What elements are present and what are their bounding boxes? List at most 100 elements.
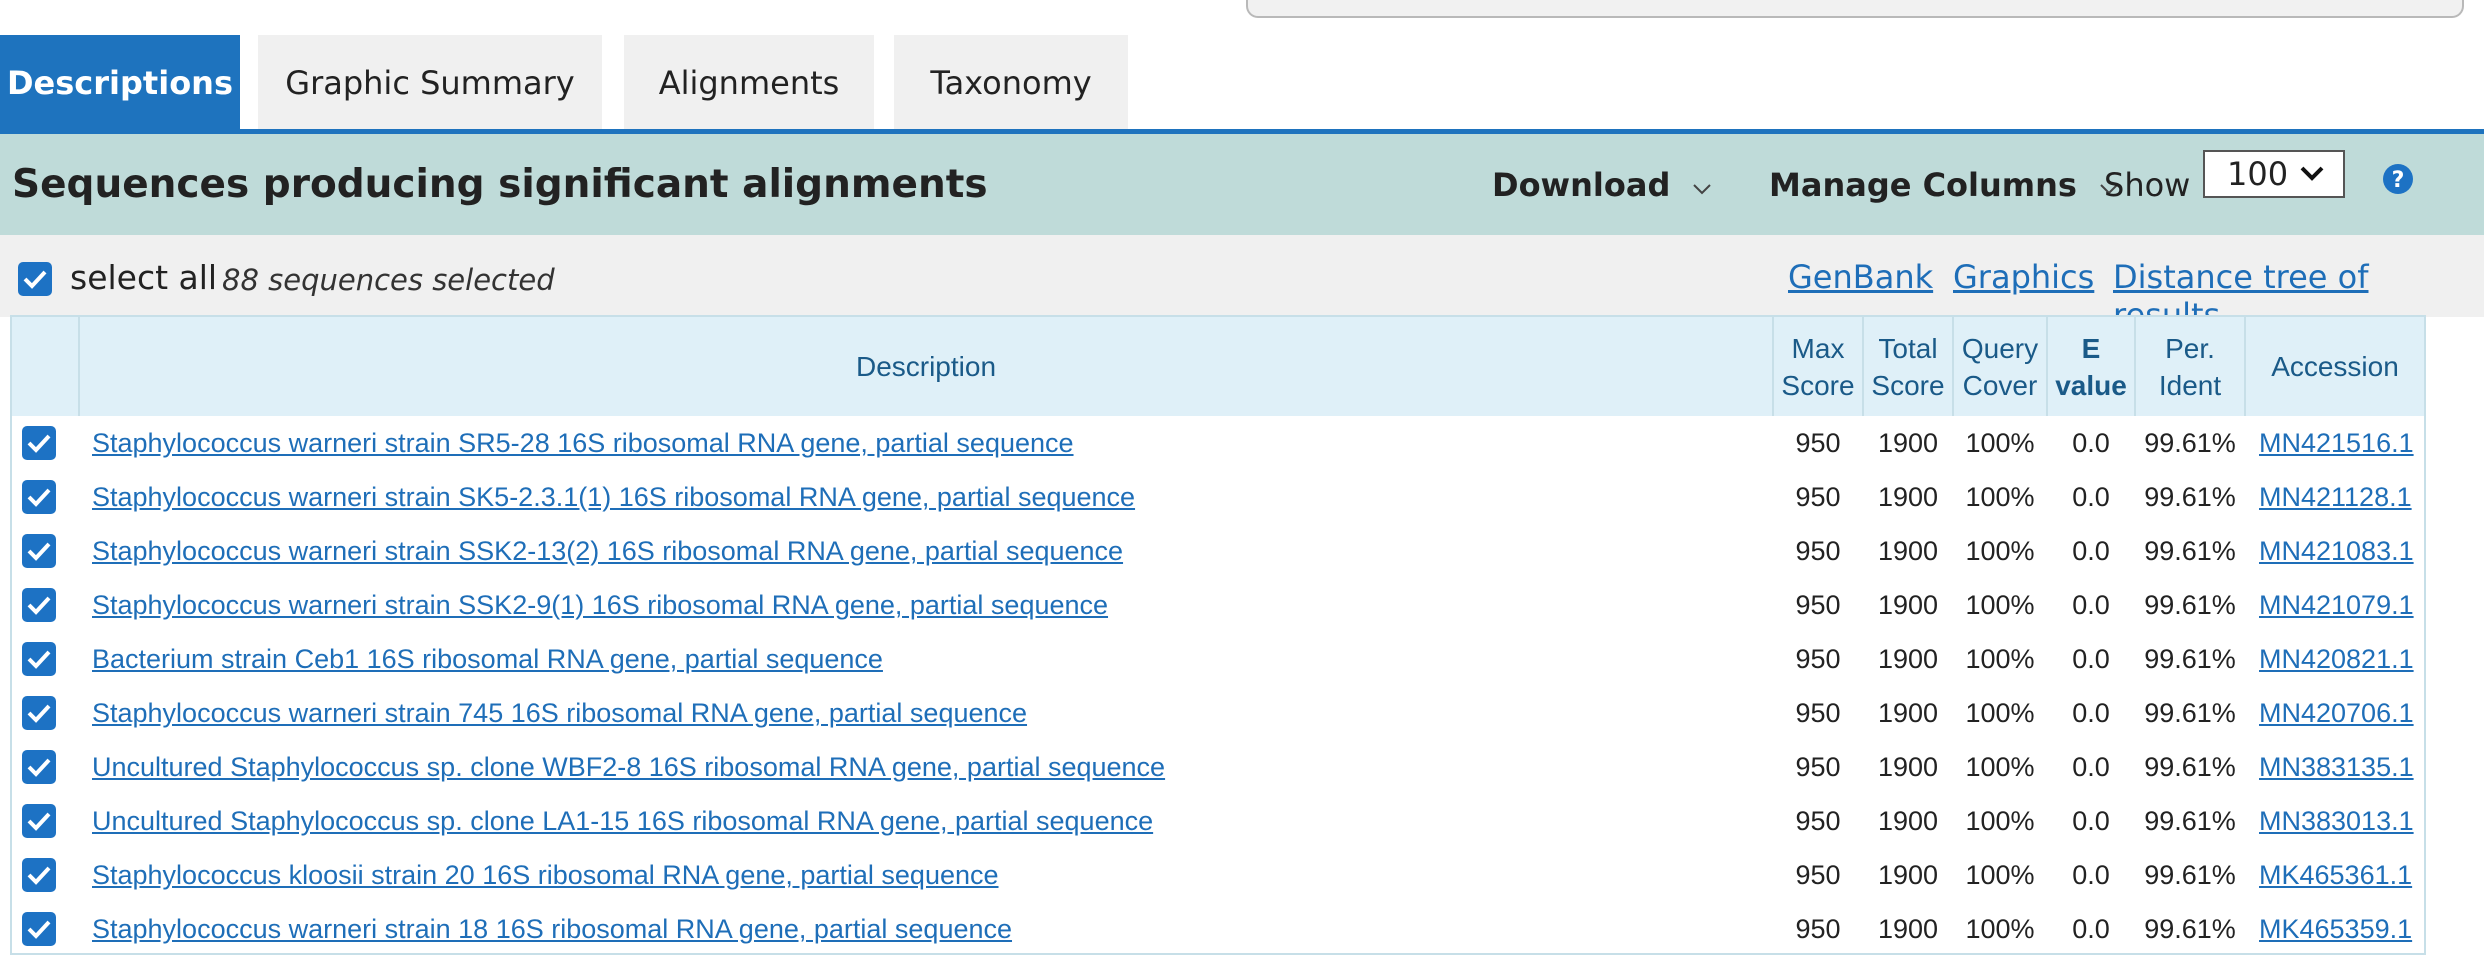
cell-query-cover: 100% xyxy=(1965,860,2035,890)
accession-link[interactable]: MN383135.1 xyxy=(2259,752,2414,783)
description-link[interactable]: Staphylococcus warneri strain SK5-2.3.1(… xyxy=(92,482,1135,513)
cell-total-score: 1900 xyxy=(1877,536,1939,566)
cell-query-cover: 100% xyxy=(1965,590,2035,620)
col-accession[interactable]: Accession xyxy=(2246,317,2424,416)
checkmark-icon xyxy=(27,812,51,831)
results-table: Description Max Score Total Score Query Cov… xyxy=(10,315,2426,955)
cell-e-value: 0.0 xyxy=(2072,806,2110,836)
cell-e-value: 0.0 xyxy=(2072,698,2110,728)
accession-link[interactable]: MN421516.1 xyxy=(2259,428,2414,459)
table-row: Staphylococcus warneri strain SR5-28 16S… xyxy=(12,416,2424,470)
help-icon[interactable]: ? xyxy=(2382,163,2414,199)
description-link[interactable]: Staphylococcus kloosii strain 20 16S rib… xyxy=(92,860,999,891)
tab-alignments[interactable]: Alignments xyxy=(624,35,874,130)
checkmark-icon xyxy=(27,542,51,561)
cell-max-score: 950 xyxy=(1795,914,1841,944)
cell-total-score: 1900 xyxy=(1877,752,1939,782)
description-link[interactable]: Staphylococcus warneri strain 745 16S ri… xyxy=(92,698,1027,729)
row-checkbox[interactable] xyxy=(22,750,56,784)
table-row: Bacterium strain Ceb1 16S ribosomal RNA … xyxy=(12,632,2424,686)
accession-link[interactable]: MN421083.1 xyxy=(2259,536,2414,567)
table-row: Staphylococcus warneri strain SSK2-13(2)… xyxy=(12,524,2424,578)
cell-query-cover: 100% xyxy=(1965,536,2035,566)
description-link[interactable]: Uncultured Staphylococcus sp. clone LA1-… xyxy=(92,806,1153,837)
description-link[interactable]: Uncultured Staphylococcus sp. clone WBF2… xyxy=(92,752,1165,783)
cell-per-ident: 99.61% xyxy=(2144,644,2236,674)
table-row: Uncultured Staphylococcus sp. clone WBF2… xyxy=(12,740,2424,794)
row-checkbox[interactable] xyxy=(22,804,56,838)
cell-total-score: 1900 xyxy=(1877,644,1939,674)
show-label: Show xyxy=(2104,165,2191,204)
cell-query-cover: 100% xyxy=(1965,482,2035,512)
checkmark-icon xyxy=(27,488,51,507)
tab-taxonomy[interactable]: Taxonomy xyxy=(894,35,1128,130)
show-count-select[interactable]: 100 xyxy=(2203,150,2345,198)
row-checkbox[interactable] xyxy=(22,696,56,730)
manage-columns-button[interactable]: Manage Columns xyxy=(1769,134,2119,235)
accession-link[interactable]: MN421079.1 xyxy=(2259,590,2414,621)
col-per-ident[interactable]: Per. Ident xyxy=(2136,317,2244,416)
cell-e-value: 0.0 xyxy=(2072,536,2110,566)
col-e-value[interactable]: Evalue xyxy=(2048,317,2134,416)
show-count-value: 100 xyxy=(2227,155,2289,193)
row-checkbox[interactable] xyxy=(22,642,56,676)
selected-count: 88 sequences selected xyxy=(222,263,555,297)
row-checkbox[interactable] xyxy=(22,480,56,514)
accession-link[interactable]: MK465361.1 xyxy=(2259,860,2412,891)
col-query-cover[interactable]: Query Cover xyxy=(1954,317,2046,416)
description-link[interactable]: Staphylococcus warneri strain 18 16S rib… xyxy=(92,914,1012,945)
cell-e-value: 0.0 xyxy=(2072,860,2110,890)
accession-link[interactable]: MN420706.1 xyxy=(2259,698,2414,729)
row-checkbox[interactable] xyxy=(22,858,56,892)
description-link[interactable]: Bacterium strain Ceb1 16S ribosomal RNA … xyxy=(92,644,883,675)
tab-graphic-summary[interactable]: Graphic Summary xyxy=(258,35,602,130)
cell-total-score: 1900 xyxy=(1877,482,1939,512)
cell-total-score: 1900 xyxy=(1877,698,1939,728)
search-summary-box xyxy=(1246,0,2464,18)
column-divider xyxy=(1862,317,1864,416)
column-divider xyxy=(2046,317,2048,416)
accession-link[interactable]: MN383013.1 xyxy=(2259,806,2414,837)
cell-query-cover: 100% xyxy=(1965,806,2035,836)
results-header: Sequences producing significant alignmen… xyxy=(0,134,2484,235)
description-link[interactable]: Staphylococcus warneri strain SR5-28 16S… xyxy=(92,428,1074,459)
cell-max-score: 950 xyxy=(1795,806,1841,836)
checkmark-icon xyxy=(27,650,51,669)
column-divider xyxy=(2134,317,2136,416)
cell-query-cover: 100% xyxy=(1965,914,2035,944)
download-button[interactable]: Download xyxy=(1492,134,1712,235)
col-max-score[interactable]: Max Score xyxy=(1774,317,1862,416)
genbank-link[interactable]: GenBank xyxy=(1788,258,1933,296)
description-link[interactable]: Staphylococcus warneri strain SSK2-9(1) … xyxy=(92,590,1108,621)
graphics-link[interactable]: Graphics xyxy=(1953,258,2094,296)
cell-max-score: 950 xyxy=(1795,590,1841,620)
row-checkbox[interactable] xyxy=(22,588,56,622)
accession-link[interactable]: MK465359.1 xyxy=(2259,914,2412,945)
cell-e-value: 0.0 xyxy=(2072,590,2110,620)
description-link[interactable]: Staphylococcus warneri strain SSK2-13(2)… xyxy=(92,536,1123,567)
table-row: Staphylococcus warneri strain 745 16S ri… xyxy=(12,686,2424,740)
checkmark-icon xyxy=(27,596,51,615)
cell-per-ident: 99.61% xyxy=(2144,428,2236,458)
col-description[interactable]: Description xyxy=(80,317,1772,416)
select-all-checkbox[interactable] xyxy=(18,262,52,296)
accession-link[interactable]: MN420821.1 xyxy=(2259,644,2414,675)
accession-link[interactable]: MN421128.1 xyxy=(2259,482,2412,513)
table-row: Staphylococcus warneri strain 18 16S rib… xyxy=(12,902,2424,956)
column-divider xyxy=(1772,317,1774,416)
tab-descriptions[interactable]: Descriptions xyxy=(0,35,240,130)
cell-total-score: 1900 xyxy=(1877,860,1939,890)
page-title: Sequences producing significant alignmen… xyxy=(12,162,988,207)
table-header: Description Max Score Total Score Query Cov… xyxy=(12,317,2424,416)
cell-total-score: 1900 xyxy=(1877,806,1939,836)
cell-e-value: 0.0 xyxy=(2072,752,2110,782)
col-total-score[interactable]: Total Score xyxy=(1864,317,1952,416)
row-checkbox[interactable] xyxy=(22,534,56,568)
row-checkbox[interactable] xyxy=(22,426,56,460)
table-row: Staphylococcus kloosii strain 20 16S rib… xyxy=(12,848,2424,902)
row-checkbox[interactable] xyxy=(22,912,56,946)
chevron-down-icon xyxy=(1692,166,1712,204)
download-label: Download xyxy=(1492,165,1671,204)
select-all-label: select all xyxy=(70,258,218,297)
column-divider xyxy=(1952,317,1954,416)
